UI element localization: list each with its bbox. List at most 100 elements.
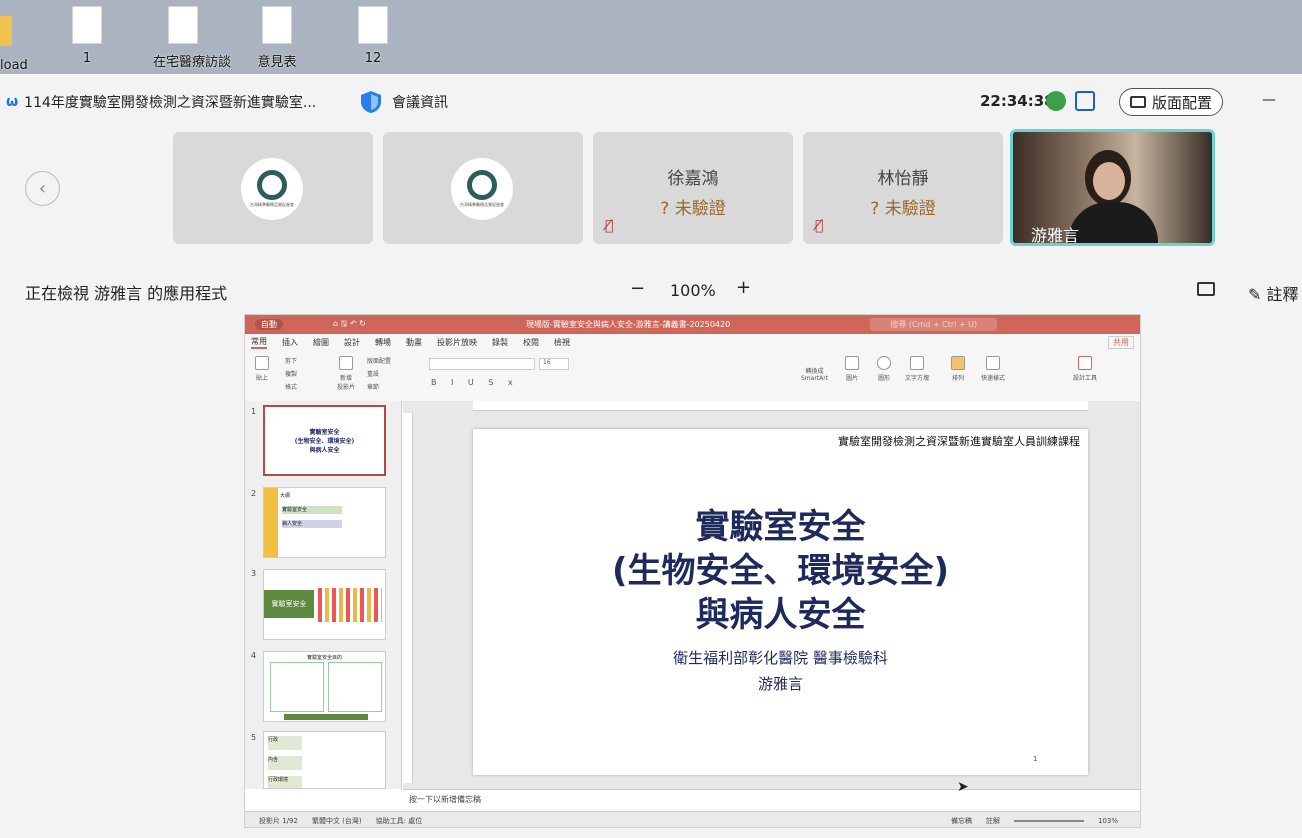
ppt-ribbon: 貼上 剪下 複製 格式 新增 投影片 版面配置 重設 章節 16 B I U S… xyxy=(245,350,1140,402)
ppt-search[interactable]: 搜尋 (Cmd + Ctrl + U) xyxy=(870,318,998,331)
meeting-title-area: ω 114年度實驗室開發檢測之資深暨新進實驗室... xyxy=(6,92,316,112)
tab-review[interactable]: 校閱 xyxy=(523,337,539,348)
textbox-button[interactable]: 文字方塊 xyxy=(905,356,929,382)
slide-counter: 投影片 1/92 xyxy=(259,816,298,825)
font-size-select[interactable]: 16 xyxy=(539,358,569,370)
tab-slideshow[interactable]: 投影片放映 xyxy=(437,337,477,348)
home-icon[interactable]: ⌂ 🖫 ↶ ↻ xyxy=(333,318,366,332)
tab-draw[interactable]: 繪圖 xyxy=(313,337,329,348)
shape-button[interactable]: 圖形 xyxy=(877,356,891,382)
slide-thumbnail[interactable]: 實驗室安全目的 xyxy=(263,651,386,722)
desktop-icon-folder[interactable]: load xyxy=(0,6,46,73)
slide-thumbnail[interactable]: 大綱 實驗室安全 病人安全 xyxy=(263,487,386,558)
participant-tile[interactable]: 台灣精準醫療品質促進會 xyxy=(173,132,373,244)
layout-button[interactable]: 版面配置 xyxy=(1119,88,1224,116)
tab-design[interactable]: 設計 xyxy=(344,337,360,348)
tab-transitions[interactable]: 轉場 xyxy=(375,337,391,348)
fullscreen-icon[interactable] xyxy=(1197,282,1215,296)
arrange-icon xyxy=(951,356,965,370)
desktop-icon-interview[interactable]: 在宅醫療訪談 xyxy=(153,6,231,70)
participant-name: 徐嘉鴻 xyxy=(667,169,719,189)
network-signal-icon[interactable] xyxy=(1046,91,1066,111)
ppt-zoom-level: 103% xyxy=(1097,816,1118,825)
organization-logo: 台灣精準醫療品質促進會 xyxy=(241,158,303,220)
desktop-icon-12[interactable]: 12 xyxy=(343,6,403,66)
muted-mic-icon: 🎙̸ xyxy=(815,218,824,234)
participant-tile[interactable]: 林怡靜 ? 未驗證 🎙̸ xyxy=(803,132,1003,244)
arrange-button[interactable]: 排列 xyxy=(951,356,965,382)
zoom-in-button[interactable]: + xyxy=(736,277,751,298)
layout-icon xyxy=(1130,96,1146,108)
tab-insert[interactable]: 插入 xyxy=(282,337,298,348)
section-dropdown[interactable]: 章節 xyxy=(367,382,379,391)
quick-styles-icon xyxy=(986,356,1000,370)
meeting-clock: 22:34:38 xyxy=(980,92,1055,110)
reset-button[interactable]: 重設 xyxy=(367,369,379,378)
mouse-cursor-icon: ➤ xyxy=(957,779,969,795)
desktop-background: load 1 在宅醫療訪談 意見表 12 xyxy=(0,0,1302,74)
ppt-share-button[interactable]: 共用 xyxy=(1108,335,1134,349)
participant-tile[interactable]: 徐嘉鴻 ? 未驗證 🎙̸ xyxy=(593,132,793,244)
slide-thumbnail[interactable]: 行政 內含 行政環境 xyxy=(263,731,386,789)
document-icon xyxy=(168,6,198,44)
new-slide-button[interactable]: 新增 投影片 xyxy=(337,356,355,391)
thumb-box xyxy=(270,662,324,712)
tab-animations[interactable]: 動畫 xyxy=(406,337,422,348)
notes-pane[interactable]: 按一下以新增備忘稿 xyxy=(403,789,1140,811)
copy-button[interactable]: 複製 xyxy=(285,369,297,378)
current-slide[interactable]: 實驗室開發檢測之資深暨新進實驗室人員訓練課程 實驗室安全 (生物安全、環境安全)… xyxy=(473,429,1088,775)
designer-button[interactable]: 設計工具 xyxy=(1073,356,1097,382)
format-buttons[interactable]: B I U S x xyxy=(431,378,519,387)
minimize-button[interactable]: — xyxy=(1262,92,1276,108)
participant-tile[interactable]: 台灣精準醫療品質促進會 xyxy=(383,132,583,244)
notes-toggle[interactable]: 備忘稿 xyxy=(951,816,972,826)
thumb-box xyxy=(328,662,382,712)
annotate-button[interactable]: ✎ 註釋 xyxy=(1248,281,1299,305)
shared-powerpoint: 自動 ⌂ 🖫 ↶ ↻ 現場版-實驗室安全與病人安全-游雅言-講義書-202504… xyxy=(244,314,1141,828)
ppt-menu: 常用 插入 繪圖 設計 轉場 動畫 投影片放映 錄製 校閱 檢視 共用 xyxy=(245,334,1140,350)
vertical-ruler xyxy=(403,413,413,783)
picture-icon xyxy=(845,356,859,370)
font-name-select[interactable] xyxy=(429,358,535,370)
slide-subtitle: 衛生福利部彰化醫院 醫事檢驗科 xyxy=(673,649,888,667)
slide-thumbnail[interactable]: 實驗室安全 (生物安全、環境安全) 與病人安全 xyxy=(263,405,386,476)
zoom-slider[interactable] xyxy=(1013,819,1084,822)
tab-record[interactable]: 錄製 xyxy=(492,337,508,348)
autosave-toggle[interactable]: 自動 xyxy=(255,319,283,330)
tab-view[interactable]: 檢視 xyxy=(554,337,570,348)
participant-name: 游雅言 xyxy=(1031,226,1080,245)
tab-home[interactable]: 常用 xyxy=(251,336,267,349)
ppt-titlebar: 自動 ⌂ 🖫 ↶ ↻ 現場版-實驗室安全與病人安全-游雅言-講義書-202504… xyxy=(245,315,1140,334)
apps-add-icon[interactable] xyxy=(1075,91,1095,111)
desktop-icon-opinion[interactable]: 意見表 xyxy=(247,6,307,70)
paste-button[interactable]: 貼上 xyxy=(255,356,269,382)
cut-button[interactable]: 剪下 xyxy=(285,356,297,365)
shield-icon xyxy=(361,91,381,113)
layout-dropdown[interactable]: 版面配置 xyxy=(367,356,391,365)
comments-toggle[interactable]: 註解 xyxy=(986,816,1000,826)
question-icon: ? xyxy=(660,199,670,219)
ppt-file-title: 現場版-實驗室安全與病人安全-游雅言-講義書-20250420 xyxy=(525,320,731,329)
slide-thumbnail[interactable]: 實驗室安全 xyxy=(263,569,386,640)
thumb-footer xyxy=(284,714,368,720)
slide-header: 實驗室開發檢測之資深暨新進實驗室人員訓練課程 xyxy=(838,435,1080,448)
desktop-icon-1[interactable]: 1 xyxy=(57,6,117,66)
zoom-out-button[interactable]: − xyxy=(630,278,645,299)
paste-icon xyxy=(255,356,269,370)
quick-styles-button[interactable]: 快速樣式 xyxy=(981,356,1005,382)
slide-thumbnails: 1 實驗室安全 (生物安全、環境安全) 與病人安全 2 大綱 實驗室安全 病人安… xyxy=(245,401,402,789)
prev-participants-button[interactable]: ‹ xyxy=(25,171,60,206)
language-indicator[interactable]: 繁體中文 (台灣) xyxy=(312,816,362,826)
picture-button[interactable]: 圖片 xyxy=(845,356,859,382)
meeting-info-button[interactable]: 會議資訊 xyxy=(360,90,448,114)
slide-page-number: 1 xyxy=(1033,755,1038,763)
accessibility-indicator[interactable]: 協助工具: 處位 xyxy=(376,816,423,826)
slide-editor: 實驗室開發檢測之資深暨新進實驗室人員訓練課程 實驗室安全 (生物安全、環境安全)… xyxy=(403,401,1140,789)
smartart-button[interactable]: 轉換成 SmartArt xyxy=(801,366,828,382)
participant-name: 林怡靜 xyxy=(877,169,929,189)
active-speaker-tile[interactable]: 游雅言 xyxy=(1010,129,1215,246)
format-painter-button[interactable]: 格式 xyxy=(285,382,297,391)
webex-logo-icon: ω xyxy=(6,94,19,110)
shape-icon xyxy=(877,356,891,370)
organization-logo: 台灣精準醫療品質促進會 xyxy=(451,158,513,220)
